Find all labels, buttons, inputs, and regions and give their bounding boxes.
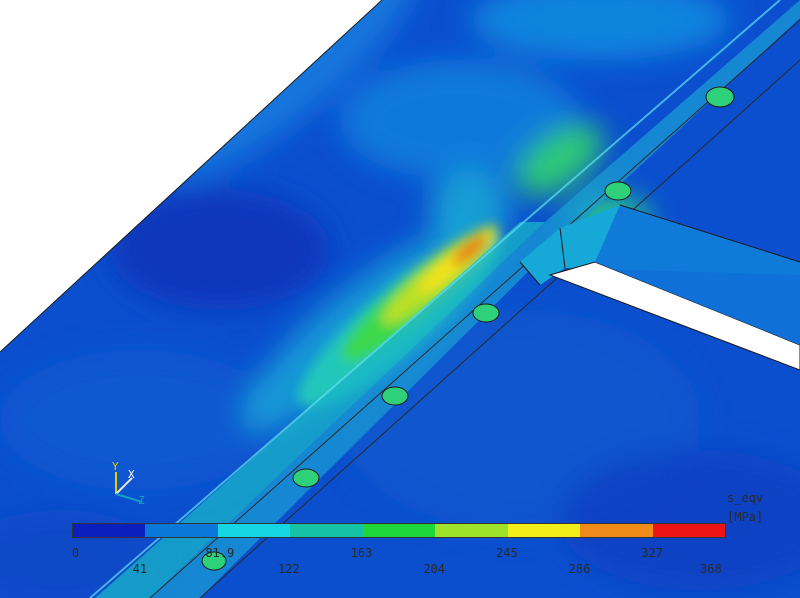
colorbar-tick-label: 81.9 [205, 546, 235, 560]
colorbar-segment [362, 524, 436, 537]
triad-y-label: Y [112, 460, 119, 473]
triad-z-label: Z [138, 494, 145, 507]
fea-viewport[interactable]: Y X Z s_eqv [MPa] 0 81.9 163 245 327 41 122 204… [0, 0, 800, 598]
coordinate-triad: Y X Z [102, 460, 152, 510]
colorbar-tick-label: 163 [350, 546, 373, 560]
colorbar-tick-label: 41 [132, 562, 148, 576]
colorbar-tick-label: 368 [700, 562, 722, 576]
colorbar-segment [507, 524, 581, 537]
colorbar-tick-label: 327 [641, 546, 664, 560]
colorbar-tick-label: 0 [72, 546, 80, 560]
colorbar-segment [580, 524, 653, 537]
colorbar-segment [652, 524, 725, 537]
legend-title: s_eqv [MPa] [727, 489, 763, 527]
colorbar-segment [73, 524, 146, 537]
result-quantity-label: s_eqv [727, 491, 764, 505]
colorbar [72, 523, 726, 538]
colorbar-tick-label: 245 [496, 546, 518, 560]
colorbar-segment [145, 524, 218, 537]
colorbar-segment [435, 524, 508, 537]
result-unit-label: [MPa] [727, 510, 764, 524]
colorbar-tick-label: 286 [568, 562, 591, 576]
colorbar-segment [217, 524, 291, 537]
colorbar-segment [290, 524, 363, 537]
colorbar-tick-label: 122 [278, 562, 300, 576]
triad-x-label: X [128, 468, 135, 481]
colorbar-tick-label: 204 [423, 562, 446, 576]
